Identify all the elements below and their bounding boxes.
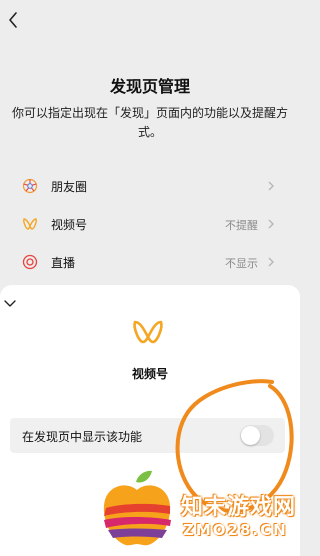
channels-icon — [133, 320, 163, 344]
channels-icon — [23, 218, 37, 230]
moments-icon — [22, 178, 38, 194]
list-item-value: 不显示 — [225, 257, 258, 270]
list-item-channels[interactable]: 视频号 不提醒 — [0, 205, 300, 243]
show-in-discover-row: 在发现页中显示该功能 — [10, 418, 285, 453]
toggle-knob — [241, 426, 260, 445]
watermark-url: ZMO28.CN — [183, 521, 288, 539]
list-item-live[interactable]: 直播 不显示 — [0, 243, 300, 281]
live-icon — [22, 254, 38, 270]
show-in-discover-toggle[interactable] — [240, 425, 274, 446]
list-item-moments[interactable]: 朋友圈 — [0, 167, 300, 205]
watermark-apple-logo — [103, 470, 171, 546]
list-item-label: 直播 — [51, 256, 76, 270]
chevron-down-icon[interactable] — [2, 296, 18, 310]
sheet-title: 视频号 — [131, 367, 168, 381]
watermark-text: 知末游戏网 — [181, 495, 297, 520]
list-item-label: 视频号 — [51, 218, 88, 232]
back-icon[interactable] — [2, 8, 26, 32]
setting-label: 在发现页中显示该功能 — [22, 430, 143, 444]
discover-list: 朋友圈 视频号 不提醒 直播 不显示 — [0, 167, 300, 281]
page-description: 你可以指定出现在「发现」页面内的功能以及提醒方式。 — [11, 106, 288, 139]
chevron-right-icon — [268, 181, 274, 191]
page-title: 发现页管理 — [109, 77, 190, 96]
list-item-label: 朋友圈 — [51, 180, 88, 194]
list-item-value: 不提醒 — [225, 219, 258, 232]
chevron-right-icon — [268, 257, 274, 267]
chevron-right-icon — [268, 219, 274, 229]
